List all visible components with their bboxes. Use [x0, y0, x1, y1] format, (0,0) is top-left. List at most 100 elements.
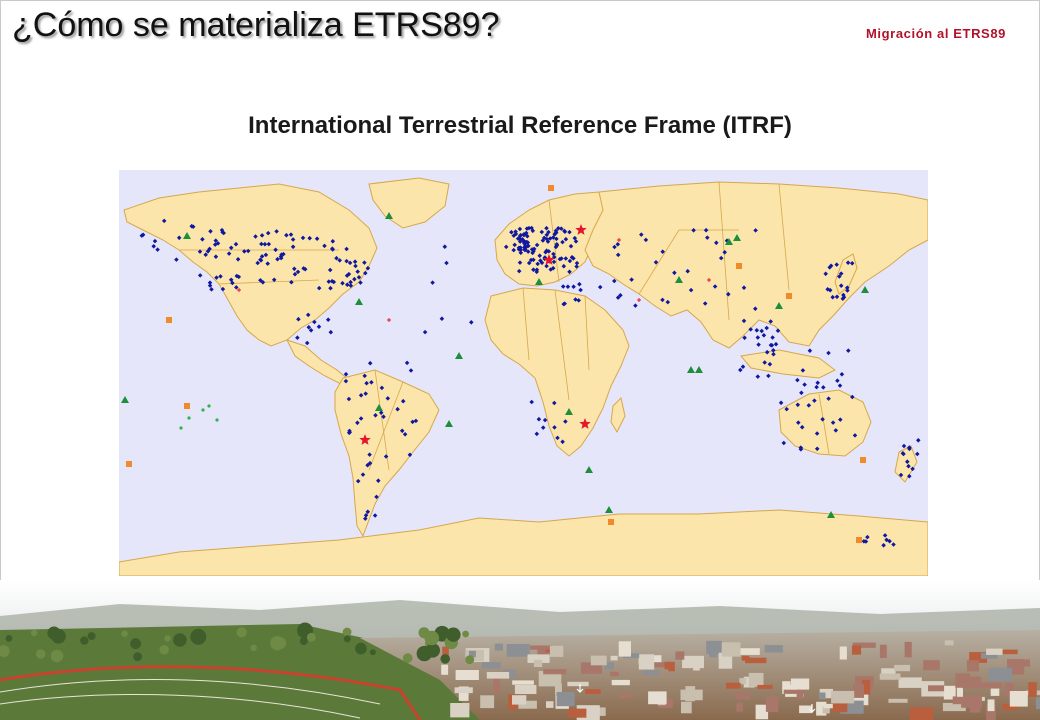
building [648, 691, 667, 705]
square-marker [548, 185, 554, 191]
tree [465, 655, 475, 665]
tree [31, 629, 38, 637]
building [721, 642, 741, 657]
building [745, 657, 767, 664]
tree [440, 654, 451, 664]
building [480, 695, 495, 709]
square-marker [166, 317, 172, 323]
building [618, 641, 631, 657]
building [481, 662, 501, 669]
building [955, 673, 971, 688]
building [928, 685, 945, 692]
building [961, 694, 982, 708]
building [726, 682, 741, 689]
tree [250, 644, 257, 651]
building [980, 682, 1002, 689]
building [748, 672, 764, 687]
building [1001, 649, 1018, 655]
building [611, 679, 630, 686]
building [990, 688, 1000, 696]
building [904, 641, 912, 658]
building [486, 672, 510, 679]
building [675, 651, 685, 660]
building [494, 643, 503, 651]
building [454, 687, 473, 694]
tree [164, 635, 171, 642]
building [1028, 682, 1037, 697]
tree [5, 635, 13, 642]
dot-marker [179, 426, 183, 430]
square-marker [126, 461, 132, 467]
tree [307, 632, 316, 642]
tree [416, 645, 432, 662]
tree [159, 645, 169, 655]
dot-marker [215, 418, 219, 422]
tree [194, 635, 204, 645]
building [590, 655, 607, 666]
building [790, 678, 810, 690]
building [783, 689, 806, 694]
tree [80, 636, 89, 645]
dot-marker [207, 404, 211, 408]
world-map-graphic [119, 170, 928, 576]
tree [343, 635, 351, 643]
building [610, 671, 619, 677]
building [909, 707, 934, 720]
tree [355, 642, 367, 655]
square-marker [184, 403, 190, 409]
building [888, 698, 908, 703]
building [642, 670, 659, 676]
building [739, 648, 760, 655]
square-marker [736, 263, 742, 269]
building [831, 690, 855, 704]
building [638, 654, 655, 670]
tree [446, 627, 461, 642]
building [966, 660, 979, 672]
square-marker [786, 293, 792, 299]
building [851, 645, 862, 655]
building [879, 673, 901, 680]
building [567, 681, 589, 687]
building [879, 644, 887, 658]
tree [130, 638, 142, 650]
building [610, 655, 618, 661]
building [709, 644, 718, 658]
square-marker [860, 457, 866, 463]
building [987, 699, 995, 712]
building [923, 660, 940, 671]
building [986, 648, 1003, 655]
dot-marker [201, 408, 205, 412]
building [736, 702, 743, 712]
building [455, 670, 479, 680]
tree [121, 630, 128, 637]
building [543, 669, 567, 675]
tree [299, 637, 308, 646]
tree [173, 633, 187, 647]
building [757, 684, 773, 689]
tree [369, 649, 376, 656]
city-panorama-photo [0, 580, 1040, 720]
tree [462, 630, 469, 638]
building [894, 664, 911, 672]
tree [236, 627, 247, 638]
dot-marker [187, 416, 191, 420]
building [680, 689, 703, 701]
building [839, 646, 847, 660]
tree [47, 626, 61, 640]
building [682, 655, 704, 669]
square-marker [856, 537, 862, 543]
building [506, 644, 530, 657]
tree [35, 649, 46, 659]
building [619, 693, 634, 699]
city-panorama-graphic [0, 580, 1040, 720]
building [765, 696, 779, 712]
building [818, 692, 826, 700]
square-marker [608, 519, 614, 525]
building [514, 685, 537, 694]
tree [342, 627, 352, 637]
tree [274, 637, 287, 649]
building [898, 677, 922, 688]
building [852, 684, 864, 698]
building [664, 661, 672, 670]
tree [402, 653, 413, 663]
